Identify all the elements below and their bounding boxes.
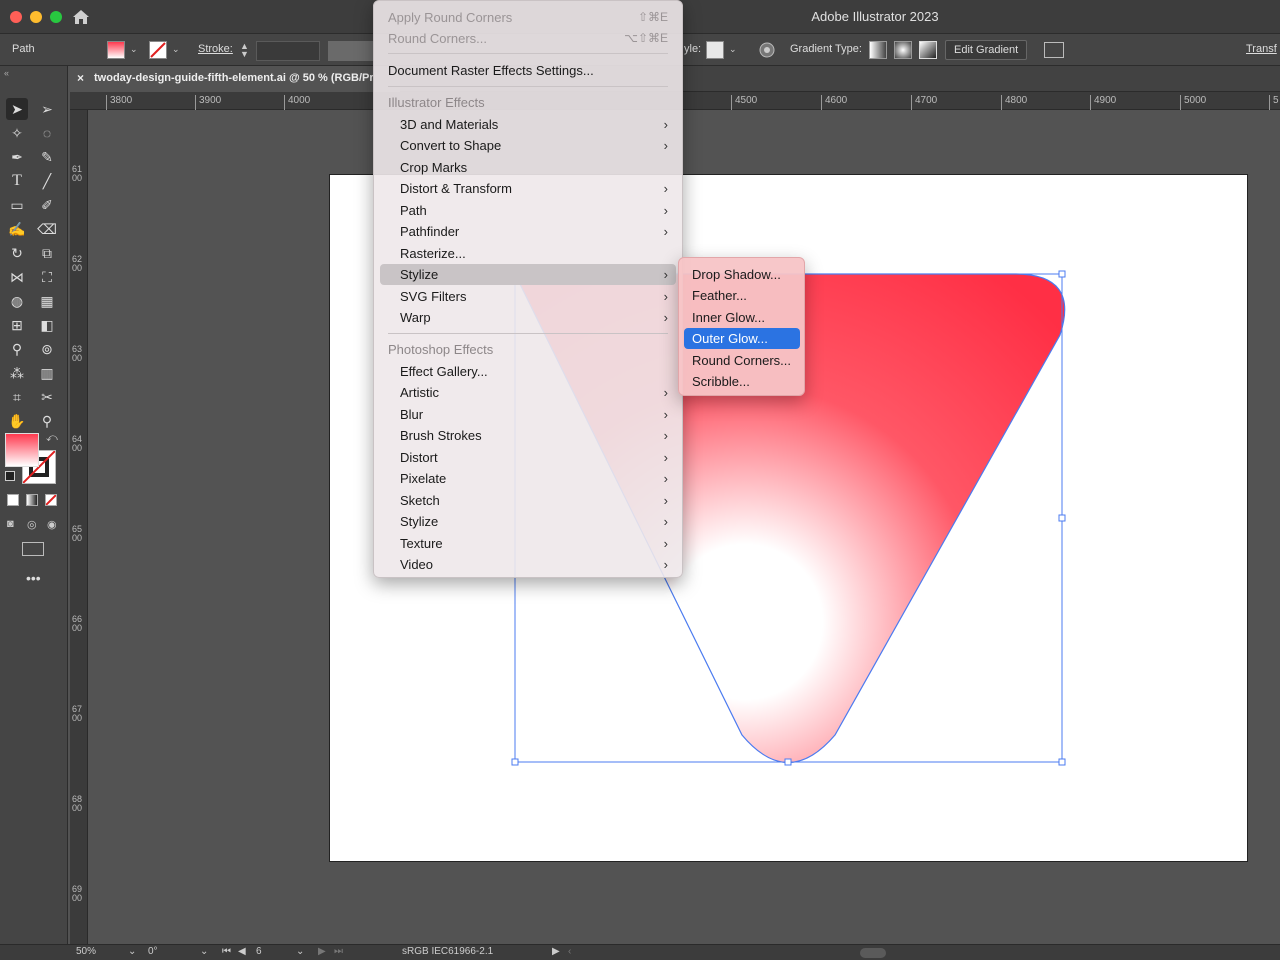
horizontal-scrollbar-thumb[interactable] xyxy=(860,948,886,958)
menu-item-stylize[interactable]: Stylize › xyxy=(400,264,682,285)
menu-item-sketch[interactable]: Sketch › xyxy=(400,490,682,511)
menu-item-artistic[interactable]: Artistic › xyxy=(400,382,682,403)
menu-item-label: Apply Round Corners xyxy=(388,10,513,25)
menu-item-label: Stylize xyxy=(400,267,439,282)
menu-item-label: 3D and Materials xyxy=(400,117,499,132)
chevron-down-icon[interactable]: ⌄ xyxy=(200,946,208,957)
submenu-item-drop-shadow[interactable]: Drop Shadow... xyxy=(692,264,781,285)
menu-item-label: Path xyxy=(400,203,427,218)
previous-artboard-icon[interactable]: ◀ xyxy=(238,946,246,957)
menu-item-label: Blur xyxy=(400,407,424,422)
submenu-item-outer-glow[interactable]: Outer Glow... xyxy=(692,328,768,349)
menu-item-label: Brush Strokes xyxy=(400,428,482,443)
menu-item-path[interactable]: Path › xyxy=(400,200,682,221)
chevron-right-icon: › xyxy=(663,428,668,443)
menu-item-shortcut: ⌥⇧⌘E xyxy=(624,31,668,45)
scroll-left-icon[interactable]: ‹ xyxy=(568,946,571,957)
chevron-right-icon: › xyxy=(663,203,668,218)
menu-item-label: Stylize xyxy=(400,514,439,529)
bounding-handle[interactable] xyxy=(1058,270,1066,278)
menu-item-distort-transform[interactable]: Distort & Transform › xyxy=(400,178,682,199)
menu-item-effect-gallery[interactable]: Effect Gallery... xyxy=(400,361,682,382)
menu-item-shortcut: ⇧⌘E xyxy=(637,10,668,24)
menu-item-label: Distort & Transform xyxy=(400,181,512,196)
chevron-right-icon: › xyxy=(663,385,668,400)
menu-separator xyxy=(388,333,668,334)
submenu-item-feather[interactable]: Feather... xyxy=(692,285,747,306)
menu-item-label: Video xyxy=(400,557,434,572)
menu-item-video[interactable]: Video › xyxy=(400,554,682,575)
chevron-down-icon[interactable]: ⌄ xyxy=(128,946,136,957)
menu-item-pathfinder[interactable]: Pathfinder › xyxy=(400,221,682,242)
chevron-right-icon: › xyxy=(663,181,668,196)
zoom-level[interactable]: 50% xyxy=(76,946,96,957)
stylize-submenu: Drop Shadow... Feather... Inner Glow... … xyxy=(678,257,805,396)
menu-item-svg-filters[interactable]: SVG Filters › xyxy=(400,286,682,307)
menu-item-label: Round Corners... xyxy=(388,31,487,46)
chevron-right-icon: › xyxy=(663,536,668,551)
menu-item-document-raster-settings[interactable]: Document Raster Effects Settings... xyxy=(388,60,594,81)
menu-item-label: Crop Marks xyxy=(400,160,468,175)
chevron-right-icon: › xyxy=(663,450,668,465)
chevron-right-icon: › xyxy=(663,514,668,529)
menu-item-convert-to-shape[interactable]: Convert to Shape › xyxy=(400,135,682,156)
chevron-right-icon: › xyxy=(663,407,668,422)
submenu-item-inner-glow[interactable]: Inner Glow... xyxy=(692,307,765,328)
chevron-right-icon: › xyxy=(663,310,668,325)
next-artboard-icon[interactable]: ▶ xyxy=(318,946,326,957)
menu-item-label: Artistic xyxy=(400,385,439,400)
menu-item-brush-strokes[interactable]: Brush Strokes › xyxy=(400,425,682,446)
menu-item-round-corners[interactable]: Round Corners... ⌥⇧⌘E xyxy=(388,28,682,49)
menu-item-warp[interactable]: Warp › xyxy=(400,307,682,328)
menu-header-photoshop-effects: Photoshop Effects xyxy=(388,342,494,357)
menu-item-distort[interactable]: Distort › xyxy=(400,447,682,468)
status-menu-icon[interactable]: ▶ xyxy=(552,946,560,957)
menu-item-label: Distort xyxy=(400,450,438,465)
menu-item-rasterize[interactable]: Rasterize... xyxy=(400,243,682,264)
menu-item-label: Pathfinder xyxy=(400,224,460,239)
chevron-right-icon: › xyxy=(663,224,668,239)
menu-item-label: Texture xyxy=(400,536,443,551)
submenu-item-round-corners[interactable]: Round Corners... xyxy=(692,350,791,371)
bounding-handle[interactable] xyxy=(511,758,519,766)
menu-item-label: Sketch xyxy=(400,493,440,508)
artboard-number[interactable]: 6 xyxy=(256,946,262,957)
menu-item-label: Rasterize... xyxy=(400,246,466,261)
menu-item-label: SVG Filters xyxy=(400,289,467,304)
menu-item-apply-round-corners[interactable]: Apply Round Corners ⇧⌘E xyxy=(388,7,682,28)
bounding-handle[interactable] xyxy=(1058,514,1066,522)
menu-item-3d-and-materials[interactable]: 3D and Materials › xyxy=(400,114,682,135)
menu-item-blur[interactable]: Blur › xyxy=(400,404,682,425)
submenu-item-scribble[interactable]: Scribble... xyxy=(692,371,750,392)
menu-separator xyxy=(388,86,668,87)
menu-item-stylize-photoshop[interactable]: Stylize › xyxy=(400,511,682,532)
chevron-right-icon: › xyxy=(663,493,668,508)
menu-item-label: Convert to Shape xyxy=(400,138,502,153)
rotation-value[interactable]: 0° xyxy=(148,946,158,957)
status-bar: 50% ⌄ 0° ⌄ ⏮ ◀ 6 ⌄ ▶ ⏭ sRGB IEC61966-2.1… xyxy=(0,944,1280,960)
chevron-right-icon: › xyxy=(663,267,668,282)
menu-item-label: Effect Gallery... xyxy=(400,364,488,379)
chevron-right-icon: › xyxy=(663,117,668,132)
chevron-right-icon: › xyxy=(663,557,668,572)
chevron-down-icon[interactable]: ⌄ xyxy=(296,946,304,957)
chevron-right-icon: › xyxy=(663,471,668,486)
menu-item-label: Pixelate xyxy=(400,471,447,486)
chevron-right-icon: › xyxy=(663,138,668,153)
menu-separator xyxy=(388,53,668,54)
color-profile: sRGB IEC61966-2.1 xyxy=(402,946,494,957)
menu-item-label: Warp xyxy=(400,310,431,325)
chevron-right-icon: › xyxy=(663,289,668,304)
menu-item-crop-marks[interactable]: Crop Marks xyxy=(400,157,682,178)
bounding-handle[interactable] xyxy=(784,758,792,766)
menu-item-texture[interactable]: Texture › xyxy=(400,533,682,554)
first-artboard-icon[interactable]: ⏮ xyxy=(222,946,231,957)
last-artboard-icon[interactable]: ⏭ xyxy=(334,946,343,957)
effect-menu: Apply Round Corners ⇧⌘E Round Corners...… xyxy=(373,0,683,578)
menu-header-illustrator-effects: Illustrator Effects xyxy=(388,95,485,110)
menu-item-pixelate[interactable]: Pixelate › xyxy=(400,468,682,489)
bounding-handle[interactable] xyxy=(1058,758,1066,766)
